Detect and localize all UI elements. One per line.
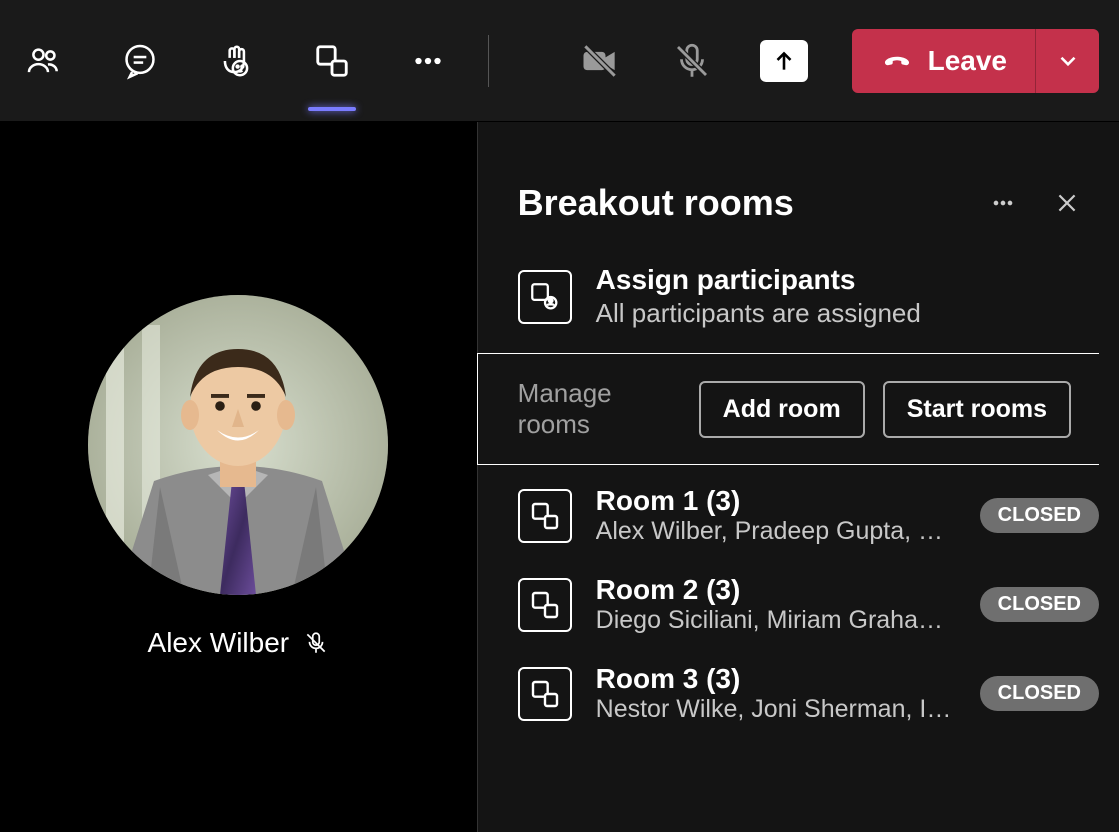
chevron-down-icon — [1055, 48, 1081, 74]
room-title: Room 2 (3) — [596, 574, 956, 606]
toolbar-divider — [488, 35, 489, 87]
more-icon — [989, 189, 1017, 217]
share-arrow-icon — [771, 48, 797, 74]
mic-button[interactable] — [668, 37, 716, 85]
chat-button[interactable] — [116, 37, 164, 85]
mic-off-icon — [671, 40, 713, 82]
reactions-button[interactable] — [212, 37, 260, 85]
room-title: Room 1 (3) — [596, 485, 956, 517]
room-status-badge: CLOSED — [980, 676, 1099, 711]
muted-icon — [303, 630, 329, 656]
close-icon — [1054, 190, 1080, 216]
main-area: Alex Wilber Breakout rooms — [0, 122, 1119, 832]
avatar-image — [88, 295, 388, 595]
room-item[interactable]: Room 3 (3) Nestor Wilke, Joni Sherman, I… — [518, 663, 1099, 724]
rooms-icon — [313, 42, 351, 80]
add-room-button[interactable]: Add room — [699, 381, 865, 438]
breakout-rooms-button[interactable] — [308, 37, 356, 85]
room-icon-container — [518, 578, 572, 632]
panel-close-button[interactable] — [1047, 183, 1087, 223]
camera-button[interactable] — [576, 37, 624, 85]
more-icon — [409, 42, 447, 80]
participants-button[interactable] — [20, 37, 68, 85]
more-actions-button[interactable] — [404, 37, 452, 85]
breakout-rooms-panel: Breakout rooms — [478, 122, 1119, 832]
panel-more-button[interactable] — [983, 183, 1023, 223]
chat-icon — [121, 42, 159, 80]
leave-label: Leave — [928, 45, 1007, 77]
room-members: Alex Wilber, Pradeep Gupta, De… — [596, 517, 956, 546]
room-members: Diego Siciliani, Miriam Graham, … — [596, 606, 956, 635]
people-icon — [25, 42, 63, 80]
toolbar-left-group — [20, 37, 452, 85]
participant-avatar — [88, 295, 388, 595]
room-status-badge: CLOSED — [980, 587, 1099, 622]
assign-icon-container — [518, 270, 572, 324]
panel-header: Breakout rooms — [478, 122, 1099, 224]
room-status-badge: CLOSED — [980, 498, 1099, 533]
room-icon — [529, 589, 561, 621]
leave-button[interactable]: Leave — [852, 29, 1035, 93]
assign-participants-icon — [528, 280, 562, 314]
hangup-icon — [880, 44, 914, 78]
room-item[interactable]: Room 2 (3) Diego Siciliani, Miriam Graha… — [518, 574, 1099, 635]
camera-off-icon — [578, 39, 622, 83]
start-rooms-button[interactable]: Start rooms — [883, 381, 1071, 438]
room-icon-container — [518, 489, 572, 543]
panel-title: Breakout rooms — [518, 182, 971, 224]
manage-rooms-bar: Manage rooms Add room Start rooms — [477, 353, 1099, 465]
room-info: Room 3 (3) Nestor Wilke, Joni Sherman, I… — [596, 663, 956, 724]
room-icon — [529, 678, 561, 710]
room-icon-container — [518, 667, 572, 721]
assign-participants-row[interactable]: Assign participants All participants are… — [478, 224, 1099, 353]
room-info: Room 2 (3) Diego Siciliani, Miriam Graha… — [596, 574, 956, 635]
raise-hand-icon — [217, 42, 255, 80]
toolbar-right-group: Leave — [576, 29, 1099, 93]
room-icon — [529, 500, 561, 532]
room-members: Nestor Wilke, Joni Sherman, Isai… — [596, 695, 956, 724]
assign-text: Assign participants All participants are… — [596, 264, 921, 329]
room-item[interactable]: Room 1 (3) Alex Wilber, Pradeep Gupta, D… — [518, 485, 1099, 546]
room-list: Room 1 (3) Alex Wilber, Pradeep Gupta, D… — [478, 465, 1099, 724]
video-stage: Alex Wilber — [0, 122, 478, 832]
leave-options-button[interactable] — [1035, 29, 1099, 93]
assign-subtitle: All participants are assigned — [596, 298, 921, 329]
participant-name-row: Alex Wilber — [148, 627, 330, 659]
assign-title: Assign participants — [596, 264, 921, 296]
share-screen-button[interactable] — [760, 40, 808, 82]
room-info: Room 1 (3) Alex Wilber, Pradeep Gupta, D… — [596, 485, 956, 546]
room-title: Room 3 (3) — [596, 663, 956, 695]
meeting-toolbar: Leave — [0, 0, 1119, 122]
manage-rooms-label: Manage rooms — [518, 378, 681, 440]
participant-name: Alex Wilber — [148, 627, 290, 659]
leave-button-group: Leave — [852, 29, 1099, 93]
